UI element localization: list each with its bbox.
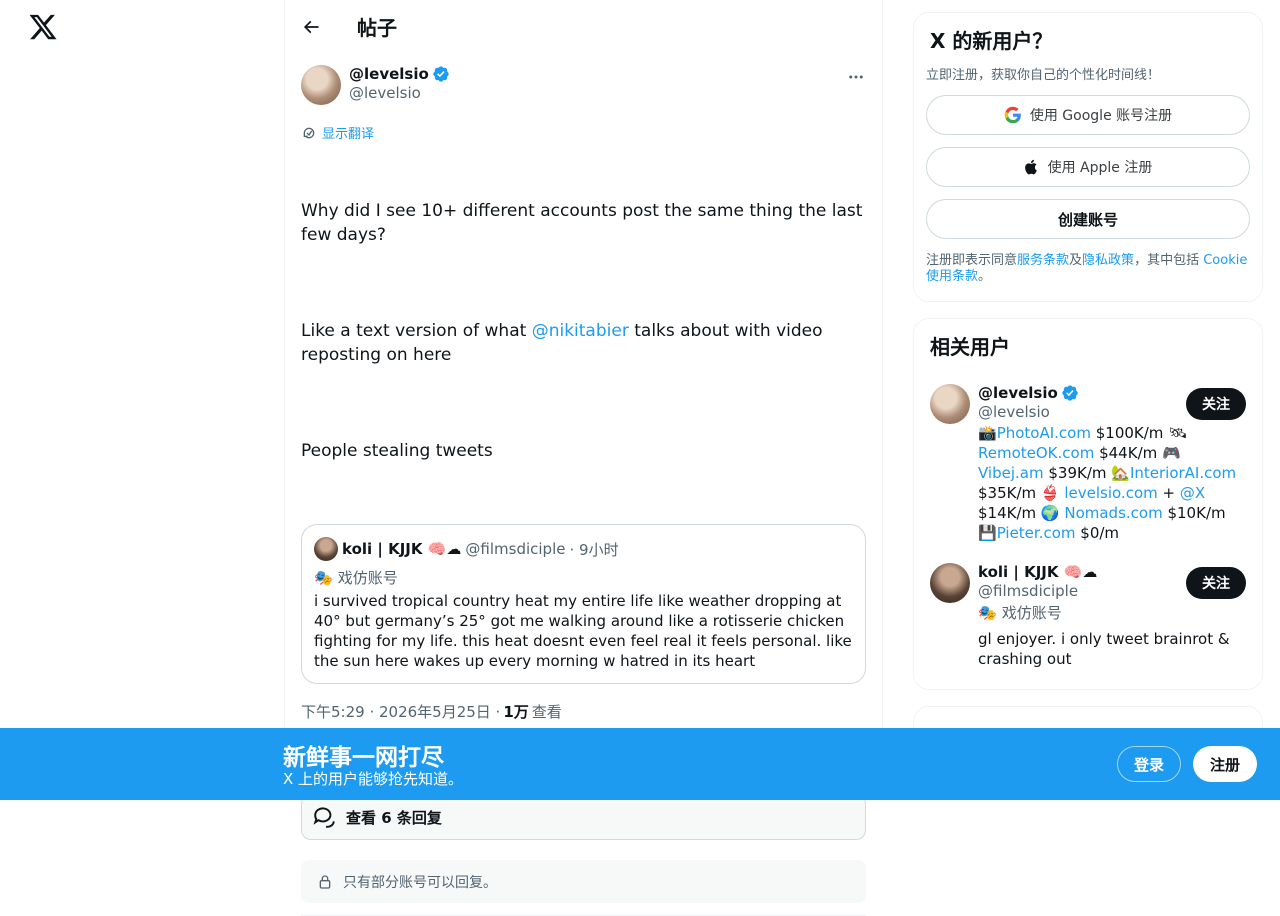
google-signup-button[interactable]: 使用 Google 账号注册 — [926, 95, 1250, 135]
translate-icon — [303, 127, 315, 138]
privacy-policy-link[interactable]: 隐私政策 — [1082, 253, 1134, 268]
post-text-line: Like a text version of what @nikitabier … — [301, 321, 828, 365]
bio-link[interactable]: @X — [1180, 484, 1205, 502]
parody-tag: 戏仿账号 — [337, 569, 398, 587]
restricted-label: 只有部分账号可以回复。 — [343, 874, 497, 891]
related-user-bio: gl enjoyer. i only tweet brainrot & cras… — [978, 630, 1230, 668]
bio-link[interactable]: PhotoAI.com — [997, 424, 1091, 442]
more-options-icon[interactable] — [846, 67, 866, 87]
views-label: 查看 — [531, 703, 562, 721]
related-user[interactable]: @levelsio @levelsio 关注 📸PhotoAI.com $100… — [930, 384, 1246, 543]
show-translation-link[interactable]: 显示翻译 — [301, 123, 866, 142]
avatar — [314, 537, 338, 561]
related-users-title: 相关用户 — [930, 335, 1010, 359]
apple-signup-button[interactable]: 使用 Apple 注册 — [926, 147, 1250, 187]
left-sidebar — [0, 0, 284, 800]
top-bar: 帖子 — [285, 0, 882, 53]
bio-link[interactable]: RemoteOK.com — [978, 444, 1094, 462]
view-replies-label: 查看 6 条回复 — [346, 808, 442, 827]
page-title: 帖子 — [357, 16, 397, 40]
bio-link[interactable]: Nomads.com — [1064, 504, 1162, 522]
apple-icon — [1024, 159, 1037, 175]
verified-badge-icon — [1062, 385, 1078, 401]
google-icon — [1004, 106, 1021, 124]
related-user[interactable]: koli | KJJK 🧠☁ @filmsdiciple 关注 🎭 戏仿账号 g… — [930, 563, 1246, 669]
author-handle[interactable]: @levelsio — [349, 84, 846, 102]
quote-author-name: koli | KJJK 🧠☁ — [342, 540, 462, 558]
views-count: 1万 — [503, 703, 529, 721]
post-text-line: Why did I see 10+ different accounts pos… — [301, 201, 868, 245]
reply-restricted-notice: 只有部分账号可以回复。 — [301, 860, 866, 903]
quote-text: i survived tropical country heat my enti… — [314, 592, 852, 670]
translate-label: 显示翻译 — [322, 127, 375, 142]
quoted-post[interactable]: koli | KJJK 🧠☁ @filmsdiciple · 9小时 🎭 戏仿账… — [301, 524, 866, 684]
quote-author-handle: @filmsdiciple — [465, 540, 566, 558]
bio-link[interactable]: InteriorAI.com — [1130, 464, 1236, 482]
post-text-line: People stealing tweets — [301, 441, 493, 461]
main-column: 帖子 @levelsio @levelsio 显示翻译 Why did I se… — [284, 0, 883, 916]
right-sidebar: X 的新用户？ 立即注册，获取你自己的个性化时间线！ 使用 Google 账号注… — [913, 0, 1263, 746]
terms-of-service-link[interactable]: 服务条款 — [1017, 253, 1069, 268]
x-logo-icon[interactable] — [28, 12, 58, 42]
avatar[interactable] — [301, 65, 341, 105]
parody-mask-icon: 🎭 — [314, 568, 333, 587]
bio-link[interactable]: Pieter.com — [997, 524, 1076, 542]
chat-bubbles-icon — [313, 807, 335, 828]
bio-link[interactable]: Vibej.am — [978, 464, 1044, 482]
login-button[interactable]: 登录 — [1117, 746, 1181, 782]
signup-card: X 的新用户？ 立即注册，获取你自己的个性化时间线！ 使用 Google 账号注… — [913, 12, 1263, 302]
quote-time: · 9小时 — [569, 540, 619, 559]
view-replies-button[interactable]: 查看 6 条回复 — [301, 794, 866, 840]
related-users-card: 相关用户 @levelsio @levelsio 关注 📸PhotoAI.com… — [913, 318, 1263, 690]
post-text: Why did I see 10+ different accounts pos… — [301, 151, 866, 511]
related-user-bio: 📸PhotoAI.com $100K/m 🛰 RemoteOK.com $44K… — [978, 424, 1237, 542]
related-user-handle: @levelsio — [978, 403, 1050, 421]
banner-subtitle: X 上的用户能够抢先知道。 — [283, 770, 464, 788]
post-author: @levelsio @levelsio — [301, 65, 866, 105]
parody-tag: 戏仿账号 — [1001, 604, 1062, 622]
avatar[interactable] — [930, 384, 970, 424]
signup-subtitle: 立即注册，获取你自己的个性化时间线！ — [926, 68, 1161, 83]
follow-button[interactable]: 关注 — [1186, 388, 1246, 420]
create-account-button[interactable]: 创建账号 — [926, 199, 1250, 239]
verified-badge-icon — [433, 66, 449, 82]
signup-button[interactable]: 注册 — [1193, 746, 1257, 782]
related-user-handle: @filmsdiciple — [978, 582, 1079, 600]
signup-banner: 新鲜事一网打尽 X 上的用户能够抢先知道。 登录 注册 — [0, 728, 1280, 800]
signup-title: X 的新用户？ — [930, 29, 1053, 53]
post-meta: 下午5:29 · 2026年5月25日 · 1万 查看 — [301, 701, 866, 722]
back-arrow-icon[interactable] — [301, 17, 321, 37]
parody-mask-icon: 🎭 — [978, 603, 997, 622]
mention-link[interactable]: @nikitabier — [532, 321, 629, 341]
related-user-name[interactable]: @levelsio — [978, 384, 1058, 402]
post-timestamp[interactable]: 下午5:29 · 2026年5月25日 · — [301, 701, 500, 722]
author-display-name[interactable]: @levelsio — [349, 65, 429, 83]
related-user-name[interactable]: koli | KJJK 🧠☁ — [978, 563, 1097, 581]
follow-button[interactable]: 关注 — [1186, 567, 1246, 599]
signup-terms: 注册即表示同意服务条款及隐私政策，其中包括 Cookie 使用条款。 — [926, 253, 1248, 284]
avatar[interactable] — [930, 563, 970, 603]
bio-link[interactable]: levelsio.com — [1064, 484, 1157, 502]
lock-icon — [319, 874, 331, 889]
banner-title: 新鲜事一网打尽 — [283, 745, 444, 771]
